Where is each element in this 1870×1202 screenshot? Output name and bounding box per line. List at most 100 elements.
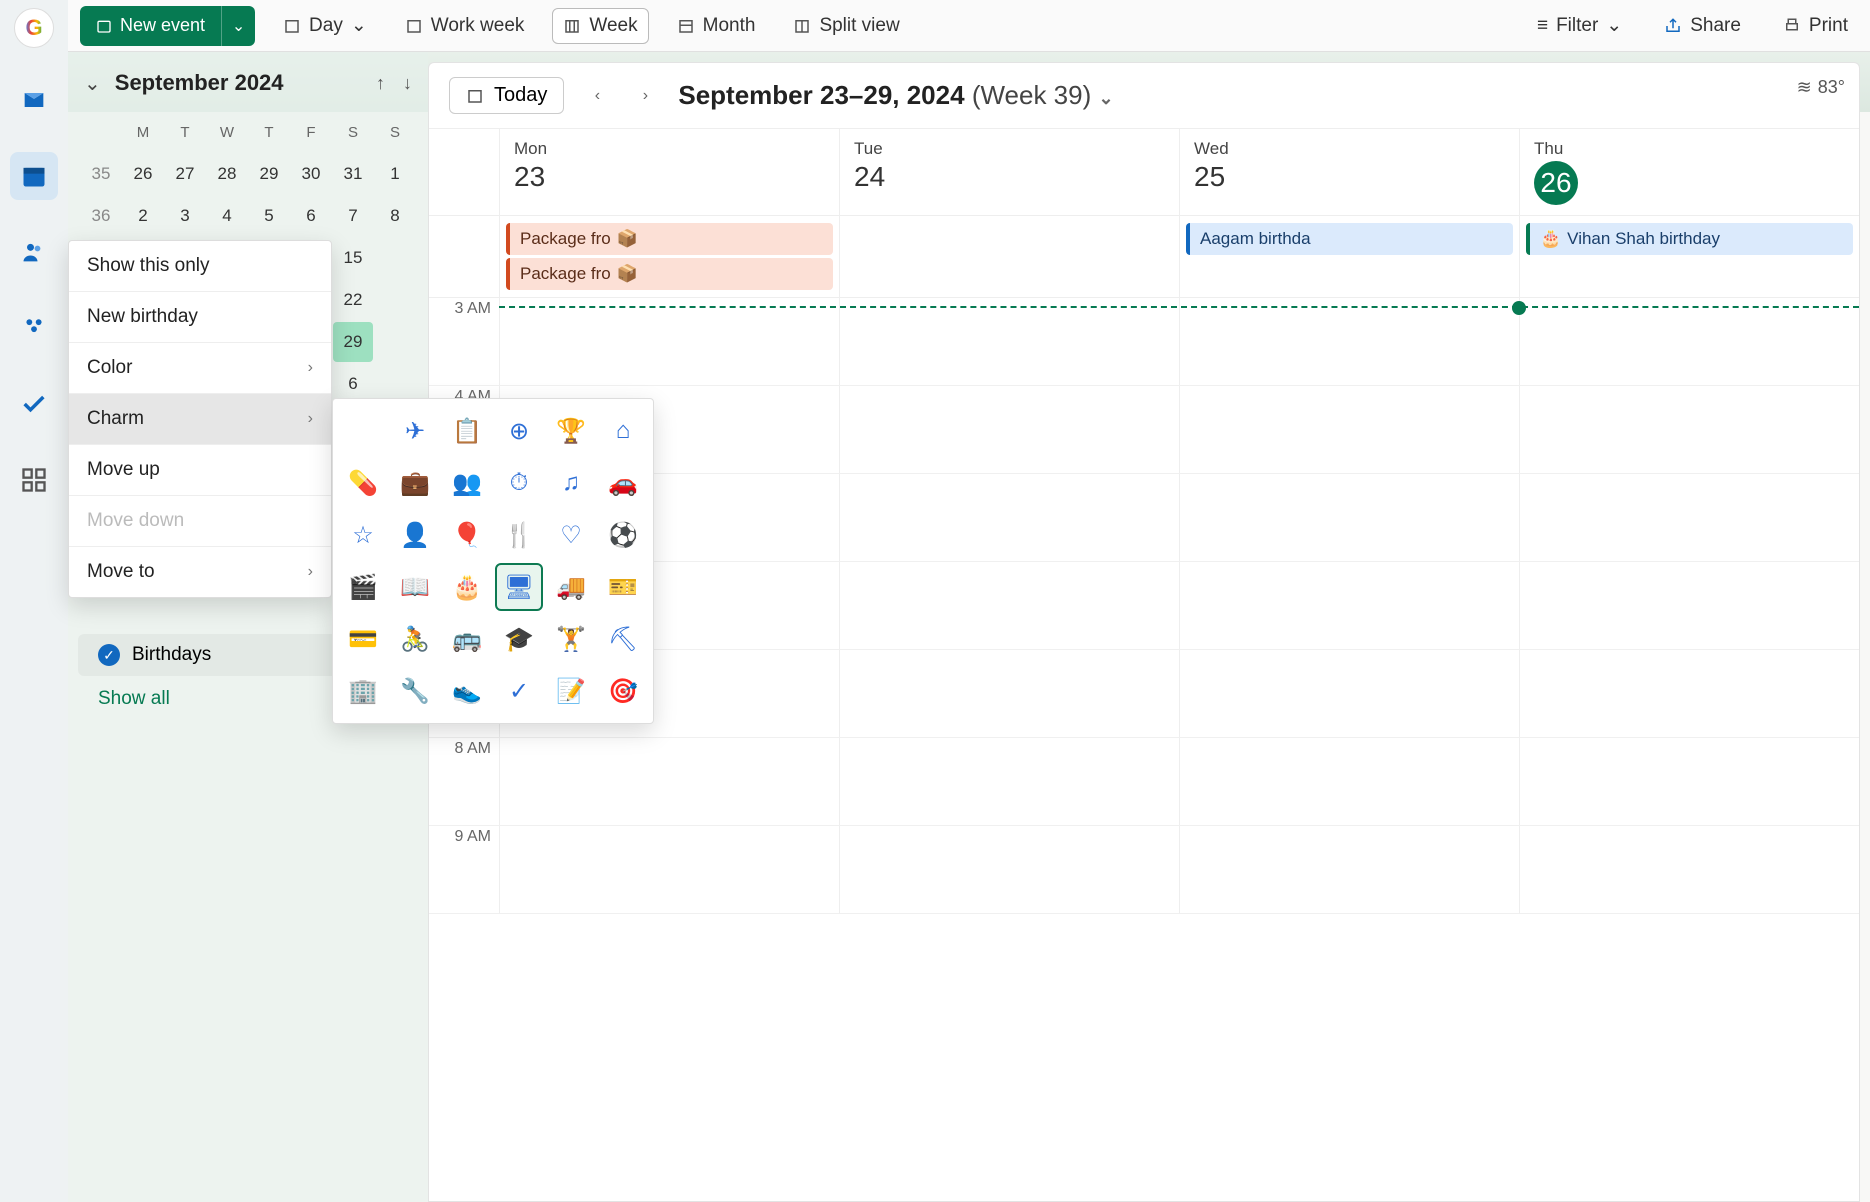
ctx-charm[interactable]: Charm› bbox=[69, 393, 331, 444]
charm-option[interactable]: 🚗 bbox=[599, 459, 647, 507]
time-cell[interactable] bbox=[1179, 650, 1519, 738]
time-cell[interactable] bbox=[839, 738, 1179, 826]
charm-option[interactable]: ⊕ bbox=[495, 407, 543, 455]
ctx-color[interactable]: Color› bbox=[69, 342, 331, 393]
todo-icon[interactable] bbox=[10, 380, 58, 428]
time-cell[interactable] bbox=[499, 738, 839, 826]
time-cell[interactable] bbox=[839, 298, 1179, 386]
share-button[interactable]: Share bbox=[1654, 9, 1751, 43]
charm-option[interactable]: ⛏ bbox=[599, 615, 647, 663]
time-cell[interactable] bbox=[1179, 738, 1519, 826]
charm-option[interactable]: 🏢 bbox=[339, 667, 387, 715]
charm-option[interactable]: ♫ bbox=[547, 459, 595, 507]
apps-icon[interactable] bbox=[10, 456, 58, 504]
chevron-down-icon: ⌄ bbox=[1606, 14, 1622, 37]
day-header-wed[interactable]: Wed25 bbox=[1179, 129, 1519, 215]
time-cell[interactable] bbox=[1519, 562, 1859, 650]
event-aagam-birthday[interactable]: Aagam birthda bbox=[1186, 223, 1513, 255]
prev-week-icon[interactable]: ‹ bbox=[582, 81, 612, 111]
charm-option[interactable]: 🎈 bbox=[443, 511, 491, 559]
charm-option[interactable]: 🎓 bbox=[495, 615, 543, 663]
ctx-new-birthday[interactable]: New birthday bbox=[69, 291, 331, 342]
now-indicator bbox=[499, 306, 1859, 308]
new-event-dropdown-icon[interactable]: ⌄ bbox=[221, 6, 255, 46]
time-cell[interactable] bbox=[1179, 826, 1519, 914]
mail-icon[interactable] bbox=[10, 76, 58, 124]
charm-option[interactable]: 🎫 bbox=[599, 563, 647, 611]
filter-button[interactable]: ≡Filter ⌄ bbox=[1527, 8, 1632, 43]
print-button[interactable]: Print bbox=[1773, 9, 1858, 43]
time-cell[interactable] bbox=[1519, 386, 1859, 474]
groups-icon[interactable] bbox=[10, 304, 58, 352]
time-cell[interactable] bbox=[1519, 826, 1859, 914]
charm-option[interactable]: ⏱ bbox=[495, 459, 543, 507]
mini-cal-toggle-icon[interactable]: ⌄ bbox=[84, 71, 101, 96]
charm-option[interactable]: 👟 bbox=[443, 667, 491, 715]
charm-option[interactable]: 🎯 bbox=[599, 667, 647, 715]
ctx-show-only[interactable]: Show this only bbox=[69, 241, 331, 291]
charm-option[interactable]: 🎬 bbox=[339, 563, 387, 611]
time-cell[interactable] bbox=[839, 386, 1179, 474]
day-header-thu[interactable]: Thu26 ≋83° bbox=[1519, 129, 1859, 215]
charm-option[interactable]: ⚽ bbox=[599, 511, 647, 559]
charm-option[interactable]: 📖 bbox=[391, 563, 439, 611]
charm-option[interactable]: 🚌 bbox=[443, 615, 491, 663]
charm-option[interactable]: 🍴 bbox=[495, 511, 543, 559]
charm-option[interactable]: 🏋 bbox=[547, 615, 595, 663]
view-split-button[interactable]: Split view bbox=[783, 9, 909, 43]
time-cell[interactable] bbox=[839, 474, 1179, 562]
charm-option[interactable]: 📋 bbox=[443, 407, 491, 455]
people-icon[interactable] bbox=[10, 228, 58, 276]
charm-option[interactable]: 💼 bbox=[391, 459, 439, 507]
time-cell[interactable] bbox=[1179, 562, 1519, 650]
time-cell[interactable] bbox=[839, 562, 1179, 650]
mini-cal-prev-icon[interactable]: ↑ bbox=[376, 73, 385, 94]
charm-option[interactable]: 📝 bbox=[547, 667, 595, 715]
charm-option[interactable]: 🔧 bbox=[391, 667, 439, 715]
charm-option[interactable]: 💳 bbox=[339, 615, 387, 663]
event-package-2[interactable]: Package fro📦 bbox=[506, 258, 833, 290]
event-vihan-birthday[interactable]: 🎂Vihan Shah birthday bbox=[1526, 223, 1853, 255]
time-cell[interactable] bbox=[1179, 298, 1519, 386]
date-range-title[interactable]: September 23–29, 2024 (Week 39) ⌄ bbox=[678, 80, 1113, 111]
new-event-button[interactable]: New event ⌄ bbox=[80, 6, 255, 46]
calendar-icon[interactable] bbox=[10, 152, 58, 200]
day-header-mon[interactable]: Mon23 bbox=[499, 129, 839, 215]
charm-option[interactable]: 💊 bbox=[339, 459, 387, 507]
charm-option[interactable]: ☆ bbox=[339, 511, 387, 559]
view-week-button[interactable]: Week bbox=[552, 8, 648, 44]
charm-option[interactable]: ♡ bbox=[547, 511, 595, 559]
charm-option[interactable]: 👤 bbox=[391, 511, 439, 559]
view-day-button[interactable]: Day ⌄ bbox=[273, 8, 377, 43]
time-cell[interactable] bbox=[499, 826, 839, 914]
event-package-1[interactable]: Package fro📦 bbox=[506, 223, 833, 255]
time-cell[interactable] bbox=[1519, 298, 1859, 386]
view-workweek-button[interactable]: Work week bbox=[395, 9, 535, 43]
ctx-move-to[interactable]: Move to› bbox=[69, 546, 331, 597]
time-cell[interactable] bbox=[1519, 650, 1859, 738]
time-cell[interactable] bbox=[499, 298, 839, 386]
today-button[interactable]: Today bbox=[449, 77, 564, 114]
time-cell[interactable] bbox=[1519, 474, 1859, 562]
time-cell[interactable] bbox=[1179, 474, 1519, 562]
time-cell[interactable] bbox=[1519, 738, 1859, 826]
ctx-move-up[interactable]: Move up bbox=[69, 444, 331, 495]
time-cell[interactable] bbox=[839, 826, 1179, 914]
time-cell[interactable] bbox=[839, 650, 1179, 738]
view-month-button[interactable]: Month bbox=[667, 9, 766, 43]
charm-option[interactable]: 🚚 bbox=[547, 563, 595, 611]
google-account-icon[interactable]: G bbox=[14, 8, 54, 48]
charm-option[interactable]: 🖥 bbox=[495, 563, 543, 611]
charm-option[interactable]: 🚴 bbox=[391, 615, 439, 663]
charm-option[interactable]: 🎂 bbox=[443, 563, 491, 611]
charm-option[interactable]: ⌂ bbox=[599, 407, 647, 455]
time-cell[interactable] bbox=[1179, 386, 1519, 474]
next-week-icon[interactable]: › bbox=[630, 81, 660, 111]
mini-cal-next-icon[interactable]: ↓ bbox=[403, 73, 412, 94]
charm-option[interactable]: ✈ bbox=[391, 407, 439, 455]
charm-option[interactable]: ✓ bbox=[495, 667, 543, 715]
new-event-label: New event bbox=[120, 15, 205, 36]
charm-option[interactable]: 👥 bbox=[443, 459, 491, 507]
charm-option[interactable]: 🏆 bbox=[547, 407, 595, 455]
day-header-tue[interactable]: Tue24 bbox=[839, 129, 1179, 215]
